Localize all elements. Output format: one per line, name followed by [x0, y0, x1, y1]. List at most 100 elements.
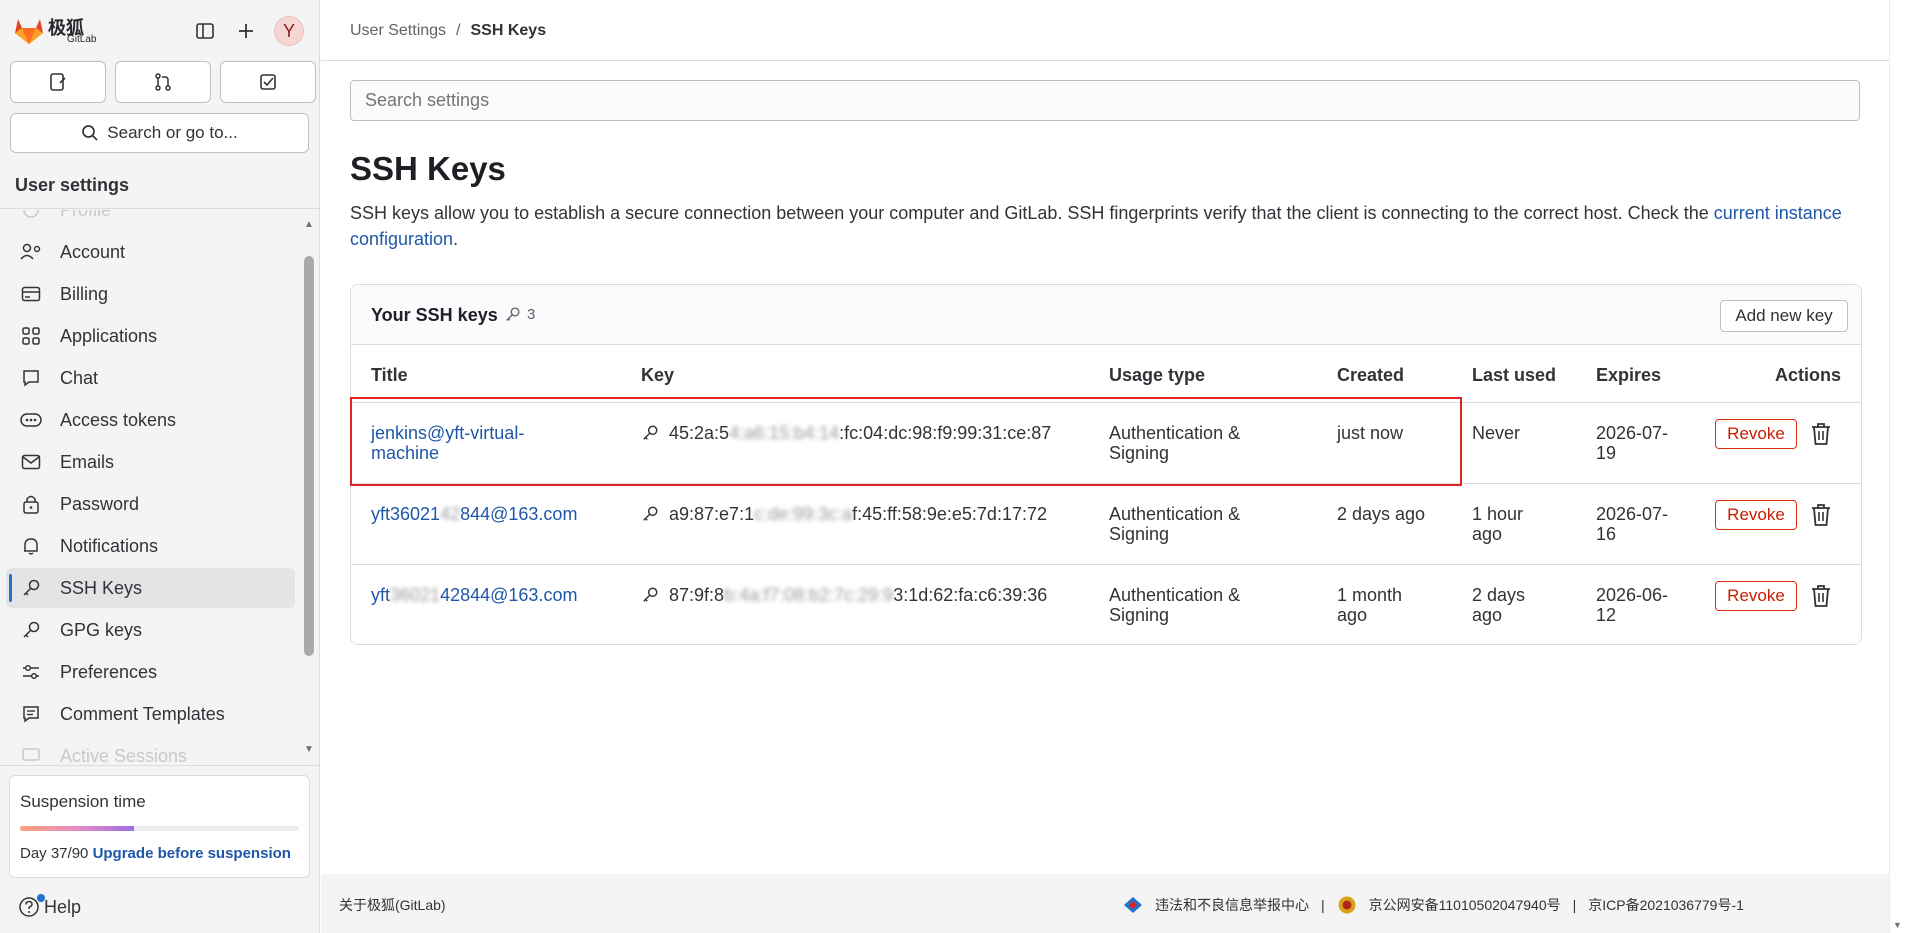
key-title-link[interactable]: yft3602142844@163.com [371, 504, 611, 524]
comment-icon [20, 703, 42, 725]
column-title: Title [371, 365, 408, 385]
sidebar-scrollbar[interactable]: ▲ ▼ [303, 220, 315, 760]
sidebar-item-chat[interactable]: Chat [6, 358, 295, 398]
delete-icon[interactable] [1809, 583, 1833, 609]
revoke-button[interactable]: Revoke [1715, 500, 1797, 530]
report-center-icon [1124, 897, 1142, 913]
todos-button[interactable] [220, 61, 316, 103]
created-date: just now [1337, 423, 1404, 443]
create-new-button[interactable] [229, 14, 263, 48]
key-title-link[interactable]: yft3602142844@163.com [371, 585, 611, 605]
sidebar-item-emails[interactable]: Emails [6, 442, 295, 482]
sidebar-toggle-icon [196, 23, 214, 39]
sidebar-item-profile[interactable]: Profile [6, 210, 295, 230]
delete-icon[interactable] [1809, 502, 1833, 528]
issues-button[interactable] [10, 61, 106, 103]
breadcrumb-separator: / [456, 22, 461, 39]
last-used: Never [1472, 423, 1521, 443]
sidebar-header: 极狐 GitLab Y [0, 0, 320, 62]
usage-type: Authentication & Signing [1109, 504, 1241, 544]
created-date: 2 days ago [1337, 504, 1426, 524]
divider [321, 60, 1889, 61]
user-avatar[interactable]: Y [274, 16, 304, 46]
sidebar-item-billing[interactable]: Billing [6, 274, 295, 314]
revoke-button[interactable]: Revoke [1715, 419, 1797, 449]
breadcrumb-ssh-keys[interactable]: SSH Keys [471, 22, 547, 40]
brand-sub: GitLab [67, 34, 97, 45]
police-badge-icon [1338, 896, 1356, 914]
police-record-link[interactable]: 京公网安备11010502047940号 [1369, 895, 1561, 915]
breadcrumb: User Settings / SSH Keys [350, 22, 546, 40]
expires-date: 2026-07- 16 [1596, 504, 1669, 544]
sidebar-item-account[interactable]: Account [6, 232, 295, 272]
scroll-down-icon[interactable]: ▼ [1893, 920, 1902, 930]
scroll-down-icon[interactable]: ▼ [303, 745, 315, 755]
main-content: User Settings / SSH Keys SSH Keys SSH ke… [321, 0, 1889, 933]
merge-requests-button[interactable] [115, 61, 211, 103]
key-icon [20, 577, 42, 599]
sidebar-item-access-tokens[interactable]: Access tokens [6, 400, 295, 440]
search-or-go-label: Search or go to... [107, 123, 238, 142]
help-button[interactable]: Help [18, 894, 81, 918]
toggle-sidebar-button[interactable] [188, 14, 222, 48]
plus-icon [239, 24, 253, 38]
footer-about-link[interactable]: 关于极狐(GitLab) [339, 895, 446, 915]
footer: 关于极狐(GitLab) 违法和不良信息举报中心 | 京公网安备11010502… [321, 874, 1889, 933]
divider [0, 208, 320, 209]
key-count-value: 3 [527, 306, 536, 323]
usage-type: Authentication & Signing [1109, 585, 1241, 625]
key-fingerprint: 45:2a:54:a6:15:b4:14:fc:04:dc:98:f9:99:3… [641, 423, 1051, 443]
suspension-progress [20, 826, 299, 831]
page-description: SSH keys allow you to establish a secure… [350, 200, 1870, 252]
todo-icon [260, 74, 276, 90]
suspension-title: Suspension time [20, 792, 146, 811]
footer-links: 违法和不良信息举报中心 | 京公网安备11010502047940号 | 京IC… [1123, 895, 1744, 915]
key-icon [643, 425, 658, 440]
add-new-key-button[interactable]: Add new key [1720, 300, 1848, 332]
chat-icon [20, 367, 42, 389]
search-icon [82, 125, 98, 141]
suspension-status: Day 37/90 Upgrade before suspension [20, 845, 299, 862]
upgrade-link[interactable]: Upgrade before suspension [93, 845, 291, 862]
sidebar-item-password[interactable]: Password [6, 484, 295, 524]
sidebar-item-active-sessions[interactable]: Active Sessions [6, 736, 295, 765]
icp-record-link[interactable]: 京ICP备2021036779号-1 [1588, 895, 1744, 915]
created-date: 1 month ago [1337, 585, 1403, 625]
search-settings-input[interactable] [350, 80, 1860, 121]
footer-separator: | [1321, 897, 1325, 913]
profile-icon [20, 210, 42, 221]
sidebar-item-applications[interactable]: Applications [6, 316, 295, 356]
sidebar-item-ssh-keys[interactable]: SSH Keys [6, 568, 295, 608]
sidebar-item-label: Emails [60, 451, 115, 472]
sidebar-item-label: Applications [60, 325, 158, 346]
sidebar-item-notifications[interactable]: Notifications [6, 526, 295, 566]
page-scrollbar[interactable] [1889, 0, 1910, 933]
scroll-up-icon[interactable]: ▲ [303, 220, 315, 230]
sidebar: 极狐 GitLab Y Search or go to... User sett… [0, 0, 320, 933]
billing-icon [20, 283, 42, 305]
scroll-thumb[interactable] [304, 256, 314, 656]
footer-separator: | [1572, 897, 1577, 913]
card-title: Your SSH keys [371, 305, 498, 325]
sidebar-item-comment-templates[interactable]: Comment Templates [6, 694, 295, 734]
sidebar-item-label: Billing [60, 283, 109, 304]
revoke-button[interactable]: Revoke [1715, 581, 1797, 611]
last-used: 1 hour ago [1472, 504, 1524, 544]
key-fingerprint: 87:9f:8b:4a:f7:08:b2:7c:29:93:1d:62:fa:c… [641, 585, 1047, 605]
lock-icon [20, 493, 42, 515]
search-or-go-button[interactable]: Search or go to... [10, 113, 309, 153]
description-text: SSH keys allow you to establish a secure… [350, 203, 1714, 223]
sidebar-item-gpg-keys[interactable]: GPG keys [6, 610, 295, 650]
sidebar-item-label: Profile [60, 210, 111, 221]
breadcrumb-user-settings[interactable]: User Settings [350, 22, 446, 40]
report-center-link[interactable]: 违法和不良信息举报中心 [1155, 895, 1309, 915]
delete-icon[interactable] [1809, 421, 1833, 447]
sidebar-item-label: Account [60, 241, 126, 262]
table-row: jenkins@yft-virtual-machine 45:2a:54:a6:… [351, 403, 1861, 484]
column-actions: Actions [1774, 365, 1841, 385]
mail-icon [20, 451, 42, 473]
gitlab-logo-icon[interactable] [12, 14, 46, 46]
sidebar-item-preferences[interactable]: Preferences [6, 652, 295, 692]
help-notification-dot [37, 894, 45, 902]
key-title-link[interactable]: jenkins@yft-virtual-machine [371, 423, 571, 463]
